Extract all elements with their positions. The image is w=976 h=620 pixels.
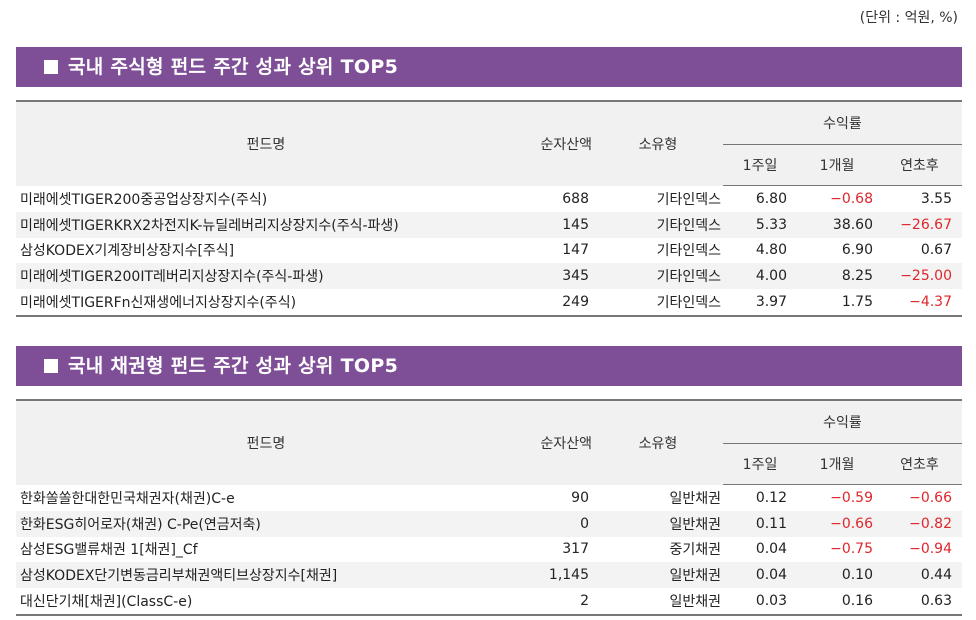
return-month1-cell: −0.66 — [797, 510, 877, 537]
fund-name-cell: 삼성KODEX단기변동금리부채권액티브상장지수[채권] — [16, 562, 516, 589]
header-month1: 1개월 — [797, 144, 877, 186]
return-week1-cell: 0.03 — [755, 593, 787, 610]
return-month1-cell: 8.25 — [797, 263, 877, 290]
fund-name-cell: 한화쏠쏠한대한민국채권자(채권)C-e — [20, 490, 235, 507]
net-assets-cell: 688 — [562, 190, 589, 207]
header-net-assets: 순자산액 — [540, 435, 592, 452]
header-returns: 수익률 — [723, 101, 962, 145]
header-week1: 1주일 — [723, 443, 797, 485]
return-week1-cell: 0.04 — [723, 562, 797, 589]
header-category: 소유형 — [638, 136, 678, 153]
return-week1-cell: 4.00 — [723, 263, 797, 290]
header-month1: 1개월 — [797, 443, 877, 485]
equity-section-banner: 국내 주식형 펀드 주간 성과 상위 TOP5 — [16, 47, 962, 87]
table-row: 삼성KODEX단기변동금리부채권액티브상장지수[채권] 1,145 일반채권 0.04… — [16, 562, 962, 589]
category-cell: 기타인덱스 — [656, 191, 721, 208]
category-cell: 기타인덱스 — [593, 211, 723, 238]
bond-section-title: 국내 채권형 펀드 주간 성과 상위 TOP5 — [68, 355, 399, 377]
equity-fund-table: 펀드명 순자산액 소유형 수익률 1주일 1개월 연초후 미래에셋TIGER20… — [16, 100, 962, 317]
return-ytd-cell: 0.67 — [920, 242, 952, 259]
header-returns: 수익률 — [723, 400, 962, 444]
return-month1-cell: 6.90 — [841, 242, 873, 259]
bond-section-banner: 국내 채권형 펀드 주간 성과 상위 TOP5 — [16, 346, 962, 386]
table-row: 삼성KODEX기계장비상장지수[주식] 147 기타인덱스 4.80 6.90 0.67 — [16, 238, 962, 264]
fund-name-cell: 미래에셋TIGERKRX2차전지K-뉴딜레버리지상장지수(주식-파생) — [16, 211, 516, 238]
category-cell: 일반채권 — [593, 510, 723, 537]
return-ytd-cell: 0.44 — [877, 562, 962, 589]
equity-section-title: 국내 주식형 펀드 주간 성과 상위 TOP5 — [68, 56, 399, 78]
square-bullet-icon — [44, 359, 58, 373]
net-assets-cell: 90 — [571, 489, 589, 506]
header-fund-name: 펀드명 — [246, 435, 286, 452]
table-row: 대신단기채[채권](ClassC-e) 2 일반채권 0.03 0.16 0.63 — [16, 588, 962, 615]
table-row: 삼성ESG밸류채권 1[채권]_Cf 317 중기채권 0.04 −0.75 −0.94 — [16, 537, 962, 563]
net-assets-cell: 2 — [580, 593, 589, 610]
table-row: 한화쏠쏠한대한민국채권자(채권)C-e 90 일반채권 0.12 −0.59 −0.66 — [16, 485, 962, 511]
return-ytd-cell: 3.55 — [920, 190, 952, 207]
return-month1-cell: 0.16 — [841, 593, 873, 610]
fund-name-cell: 한화ESG히어로자(채권) C-Pe(연금저축) — [16, 510, 516, 537]
header-ytd: 연초후 — [877, 443, 962, 485]
return-ytd-cell: −0.82 — [877, 510, 962, 537]
return-week1-cell: 3.97 — [755, 294, 787, 311]
category-cell: 기타인덱스 — [656, 243, 721, 260]
table-row: 한화ESG히어로자(채권) C-Pe(연금저축) 0 일반채권 0.11 −0.66 −0… — [16, 510, 962, 537]
category-cell: 일반채권 — [593, 562, 723, 589]
return-month1-cell: 0.10 — [797, 562, 877, 589]
header-fund-name: 펀드명 — [246, 136, 286, 153]
fund-name-cell: 삼성ESG밸류채권 1[채권]_Cf — [20, 542, 198, 559]
return-month1-cell: 38.60 — [797, 211, 877, 238]
net-assets-cell: 249 — [562, 294, 589, 311]
header-ytd: 연초후 — [877, 144, 962, 186]
fund-name-cell: 미래에셋TIGERFn신재생에너지상장지수(주식) — [20, 295, 297, 312]
table-row: 미래에셋TIGERFn신재생에너지상장지수(주식) 249 기타인덱스 3.97 1.7… — [16, 289, 962, 316]
return-ytd-cell: −26.67 — [877, 211, 962, 238]
bond-fund-table: 펀드명 순자산액 소유형 수익률 1주일 1개월 연초후 한화쏠쏠한대한민국채권… — [16, 399, 962, 616]
net-assets-cell: 317 — [562, 541, 589, 558]
category-cell: 기타인덱스 — [656, 295, 721, 312]
equity-section: 국내 주식형 펀드 주간 성과 상위 TOP5 펀드명 순자산액 소유형 수익률… — [16, 47, 962, 317]
fund-name-cell: 미래에셋TIGER200IT레버리지상장지수(주식-파생) — [16, 263, 516, 290]
return-ytd-cell: −25.00 — [877, 263, 962, 290]
header-category: 소유형 — [638, 435, 678, 452]
net-assets-cell: 147 — [562, 242, 589, 259]
return-ytd-cell: −0.94 — [909, 541, 952, 558]
table-row: 미래에셋TIGER200중공업상장지수(주식) 688 기타인덱스 6.80 −0.68… — [16, 186, 962, 212]
return-week1-cell: 0.11 — [723, 510, 797, 537]
return-month1-cell: 1.75 — [841, 294, 873, 311]
net-assets-cell: 0 — [516, 510, 593, 537]
table-row: 미래에셋TIGERKRX2차전지K-뉴딜레버리지상장지수(주식-파생) 145 기타… — [16, 211, 962, 238]
net-assets-cell: 345 — [516, 263, 593, 290]
return-month1-cell: −0.68 — [830, 190, 873, 207]
return-week1-cell: 0.12 — [755, 489, 787, 506]
return-month1-cell: −0.59 — [830, 489, 873, 506]
return-week1-cell: 5.33 — [723, 211, 797, 238]
table-row: 미래에셋TIGER200IT레버리지상장지수(주식-파생) 345 기타인덱스 4.0… — [16, 263, 962, 290]
header-net-assets: 순자산액 — [540, 136, 592, 153]
net-assets-cell: 1,145 — [516, 562, 593, 589]
return-ytd-cell: −4.37 — [909, 294, 952, 311]
return-week1-cell: 0.04 — [755, 541, 787, 558]
category-cell: 일반채권 — [669, 594, 721, 611]
fund-name-cell: 삼성KODEX기계장비상장지수[주식] — [20, 243, 235, 260]
return-ytd-cell: 0.63 — [920, 593, 952, 610]
fund-name-cell: 미래에셋TIGER200중공업상장지수(주식) — [20, 191, 268, 208]
category-cell: 기타인덱스 — [593, 263, 723, 290]
return-week1-cell: 6.80 — [755, 190, 787, 207]
unit-note: (단위 : 억원, %) — [859, 10, 958, 26]
header-week1: 1주일 — [723, 144, 797, 186]
fund-name-cell: 대신단기채[채권](ClassC-e) — [20, 594, 193, 611]
net-assets-cell: 145 — [516, 211, 593, 238]
square-bullet-icon — [44, 60, 58, 74]
return-week1-cell: 4.80 — [755, 242, 787, 259]
bond-section: 국내 채권형 펀드 주간 성과 상위 TOP5 펀드명 순자산액 소유형 수익률… — [16, 346, 962, 616]
category-cell: 중기채권 — [669, 542, 721, 559]
return-month1-cell: −0.75 — [830, 541, 873, 558]
category-cell: 일반채권 — [669, 490, 721, 507]
return-ytd-cell: −0.66 — [909, 489, 952, 506]
